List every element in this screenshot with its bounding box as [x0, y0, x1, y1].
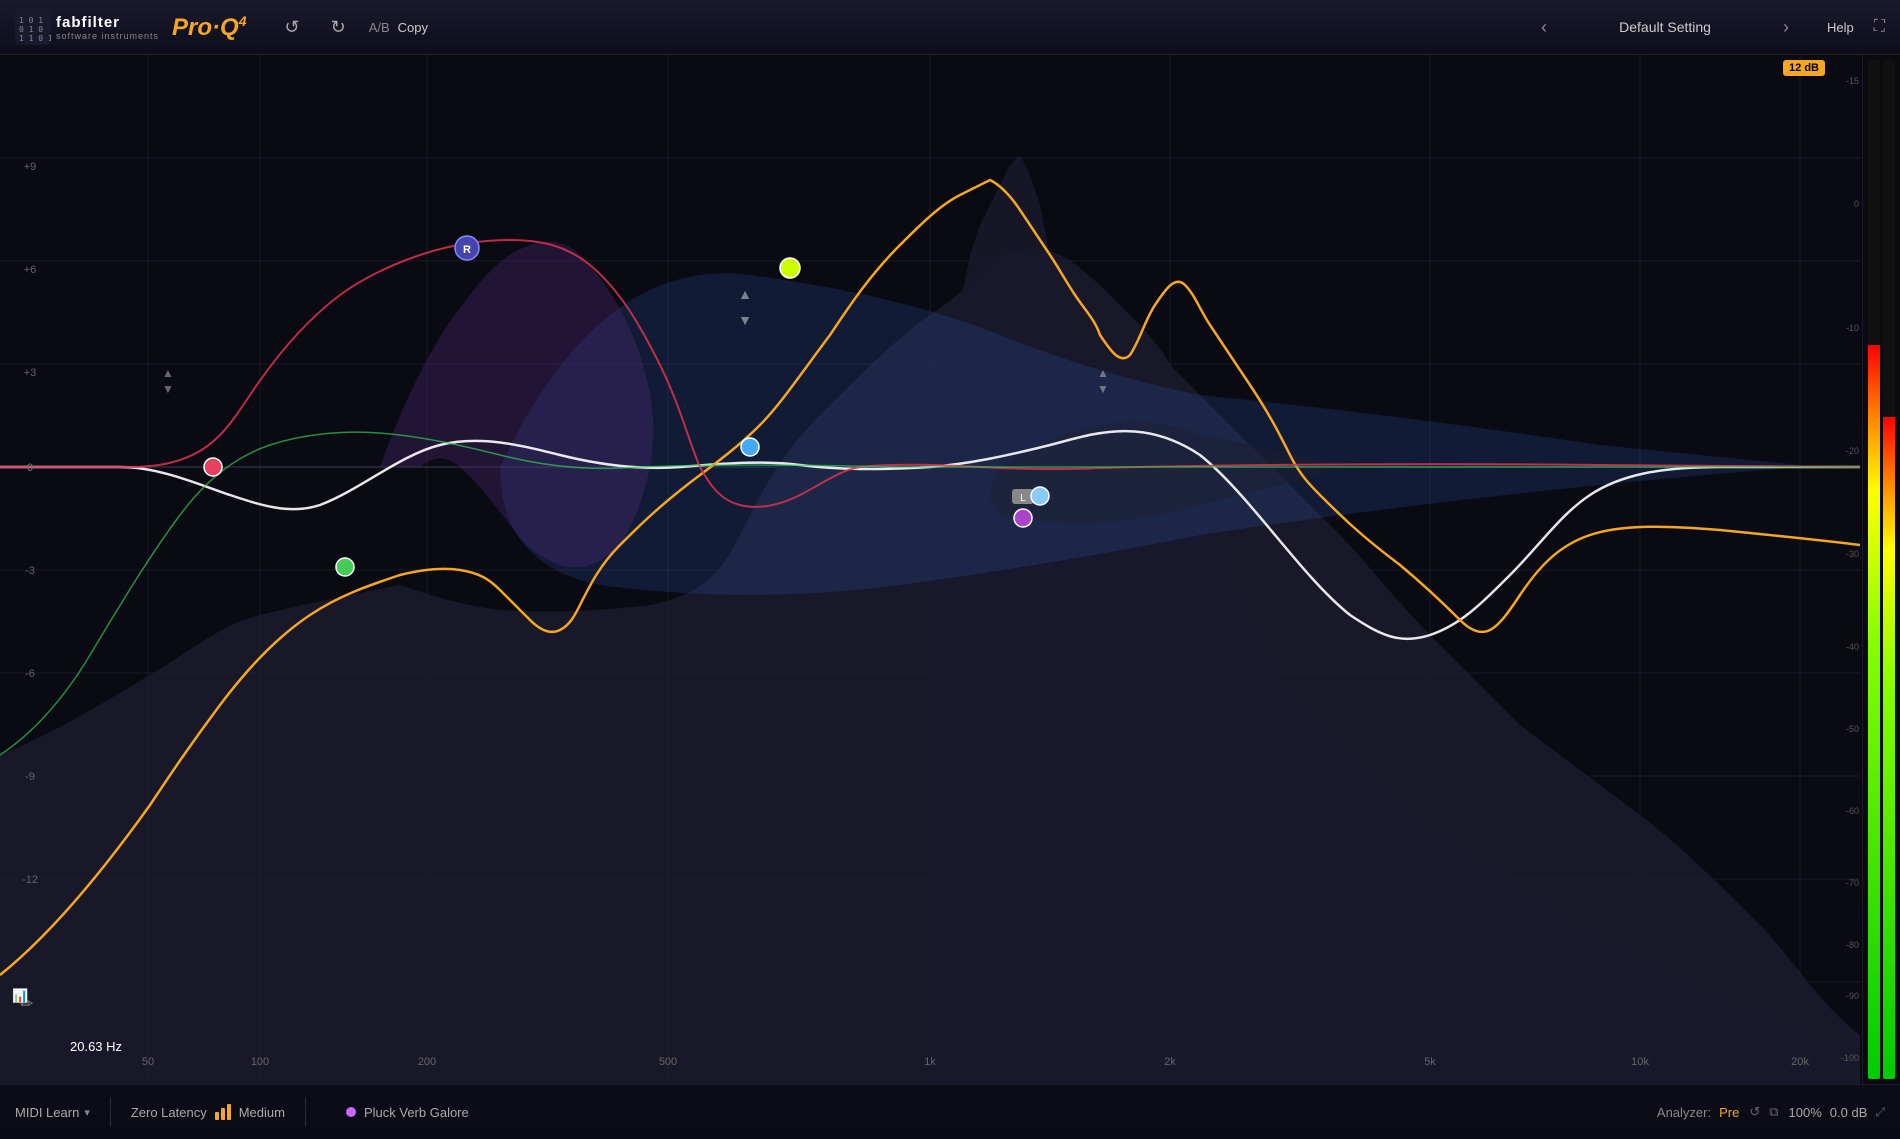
vu-fill-left [1868, 345, 1880, 1079]
vu-meter [1862, 55, 1900, 1084]
track-color-dot [346, 1107, 356, 1117]
latency-label[interactable]: Zero Latency [131, 1105, 207, 1120]
svg-text:▼: ▼ [738, 312, 752, 328]
svg-text:2k: 2k [1164, 1056, 1176, 1068]
svg-text:0: 0 [27, 462, 33, 474]
svg-text:+3: +3 [24, 367, 37, 379]
vu-bar-container [1868, 60, 1895, 1079]
fabfilter-logo-icon: 1 0 1 0 1 0 1 1 0 1 [15, 9, 51, 45]
piano-tool-button[interactable]: 📊 [12, 988, 28, 1004]
eq-node-green [336, 558, 354, 576]
eq-node-red [204, 458, 222, 476]
svg-text:▼: ▼ [1097, 382, 1109, 396]
header: 1 0 1 0 1 0 1 1 0 1 fabfilter software i… [0, 0, 1900, 55]
svg-text:▲: ▲ [738, 286, 752, 302]
svg-text:+6: +6 [24, 264, 37, 276]
help-button[interactable]: Help [1827, 20, 1854, 35]
analyzer-value[interactable]: Pre [1719, 1105, 1739, 1120]
frequency-display: 20.63 Hz [70, 1039, 122, 1054]
preset-area: ‹ Default Setting › Help ⛶ [1533, 13, 1885, 42]
svg-text:1 0 1: 1 0 1 [19, 16, 43, 25]
product-name: Pro·Q4 [172, 13, 246, 42]
track-name: Pluck Verb Galore [364, 1105, 469, 1120]
vu-bar-left [1868, 60, 1880, 1079]
analyzer-label: Analyzer: [1657, 1105, 1711, 1120]
analyzer-icons: ↺ ⧉ [1747, 1102, 1780, 1122]
svg-text:▲: ▲ [162, 366, 174, 380]
preset-next-button[interactable]: › [1775, 13, 1797, 42]
latency-bar-3 [227, 1104, 231, 1120]
output-db: 0.0 dB [1830, 1105, 1868, 1120]
svg-text:10k: 10k [1631, 1056, 1649, 1068]
db-range-badge[interactable]: 12 dB [1783, 60, 1825, 76]
resize-icon[interactable]: ⤢ [1875, 1105, 1885, 1120]
brand-subtitle: software instruments [56, 31, 159, 41]
eq-node-blue [741, 438, 759, 456]
ab-copy-section: A/B Copy [369, 20, 428, 35]
vu-fill-right [1883, 417, 1895, 1079]
bottom-bar: MIDI Learn ▾ Zero Latency Medium Pluck V… [0, 1084, 1900, 1139]
midi-learn-dropdown[interactable]: ▾ [84, 1106, 90, 1119]
eq-area[interactable]: R L ▲ ▼ ▲ ▼ ▲ ▼ +9 +6 +3 0 -3 -6 -9 -12 … [0, 55, 1860, 1084]
eq-node-yellow [780, 258, 800, 278]
svg-text:1k: 1k [924, 1056, 936, 1068]
svg-text:200: 200 [418, 1056, 436, 1068]
svg-text:▲: ▲ [1097, 366, 1109, 380]
separator-2 [305, 1097, 306, 1127]
header-controls: ↺ ↻ A/B Copy [277, 13, 429, 42]
vu-bar-right [1883, 60, 1895, 1079]
svg-text:50: 50 [142, 1056, 154, 1068]
svg-text:-12: -12 [22, 874, 38, 886]
latency-bars [215, 1104, 231, 1120]
svg-text:R: R [463, 244, 471, 256]
fullscreen-button[interactable]: ⛶ [1874, 18, 1885, 36]
svg-text:+9: +9 [24, 161, 37, 173]
zoom-label[interactable]: 100% [1789, 1105, 1822, 1120]
svg-text:-3: -3 [25, 565, 35, 577]
analyzer-section: Analyzer: Pre ↺ ⧉ 100% 0.0 dB ⤢ [1657, 1102, 1885, 1122]
eq-display[interactable]: R L ▲ ▼ ▲ ▼ ▲ ▼ +9 +6 +3 0 -3 -6 -9 -12 … [0, 55, 1860, 1084]
copy-icon-button[interactable]: ⧉ [1767, 1102, 1780, 1122]
latency-bar-1 [215, 1112, 219, 1120]
svg-text:500: 500 [659, 1056, 677, 1068]
svg-text:▼: ▼ [162, 382, 174, 396]
logo-area: 1 0 1 0 1 0 1 1 0 1 fabfilter software i… [15, 9, 247, 45]
preset-prev-button[interactable]: ‹ [1533, 13, 1555, 42]
svg-text:L: L [1020, 493, 1026, 504]
redo-button[interactable]: ↻ [323, 13, 354, 42]
midi-learn-section: MIDI Learn ▾ [15, 1105, 90, 1120]
logo-text: fabfilter software instruments [56, 14, 159, 41]
svg-text:100: 100 [251, 1056, 269, 1068]
eq-node-c [1031, 487, 1049, 505]
undo-button[interactable]: ↺ [277, 13, 308, 42]
svg-text:5k: 5k [1424, 1056, 1436, 1068]
rewind-button[interactable]: ↺ [1747, 1102, 1762, 1122]
latency-bar-2 [221, 1108, 225, 1120]
svg-text:-6: -6 [25, 668, 35, 680]
separator-1 [110, 1097, 111, 1127]
midi-learn-label[interactable]: MIDI Learn [15, 1105, 79, 1120]
brand-name: fabfilter [56, 14, 159, 31]
latency-section: Zero Latency Medium [131, 1104, 285, 1120]
preset-name: Default Setting [1565, 19, 1765, 35]
svg-text:20k: 20k [1791, 1056, 1809, 1068]
track-section: Pluck Verb Galore [346, 1105, 469, 1120]
svg-text:-9: -9 [25, 771, 35, 783]
ab-label: A/B [369, 20, 390, 35]
quality-label[interactable]: Medium [239, 1105, 285, 1120]
copy-button[interactable]: Copy [398, 20, 428, 35]
svg-text:0 1 0: 0 1 0 [19, 25, 43, 34]
eq-node-purple [1014, 509, 1032, 527]
svg-text:1 1 0 1: 1 1 0 1 [19, 34, 51, 43]
